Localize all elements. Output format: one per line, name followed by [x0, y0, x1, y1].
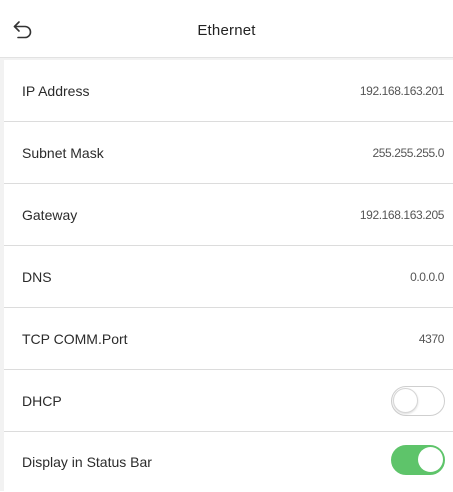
- header-bar: Ethernet: [0, 0, 453, 58]
- gateway-value: 192.168.163.205: [359, 208, 444, 222]
- display-in-status-bar-row: Display in Status Bar: [4, 432, 453, 492]
- subnet-mask-value: 255.255.255.0: [372, 146, 444, 160]
- tcp-comm-port-row[interactable]: TCP COMM.Port 4370: [4, 308, 453, 370]
- dhcp-toggle[interactable]: [391, 386, 445, 416]
- tcp-comm-port-label: TCP COMM.Port: [22, 331, 128, 347]
- toggle-knob: [418, 447, 443, 472]
- subnet-mask-row[interactable]: Subnet Mask 255.255.255.0: [4, 122, 453, 184]
- settings-list: IP Address 192.168.163.201 Subnet Mask 2…: [4, 60, 453, 492]
- ip-address-value: 192.168.163.201: [359, 84, 444, 98]
- gateway-row[interactable]: Gateway 192.168.163.205: [4, 184, 453, 246]
- ip-address-row[interactable]: IP Address 192.168.163.201: [4, 60, 453, 122]
- display-in-status-bar-toggle[interactable]: [391, 445, 445, 475]
- toggle-knob: [393, 388, 418, 413]
- dhcp-row: DHCP: [4, 370, 453, 432]
- dns-row[interactable]: DNS 0.0.0.0: [4, 246, 453, 308]
- dns-label: DNS: [22, 269, 52, 285]
- tcp-comm-port-value: 4370: [418, 332, 445, 346]
- subnet-mask-label: Subnet Mask: [22, 145, 104, 161]
- ethernet-settings-screen: Ethernet IP Address 192.168.163.201 Subn…: [0, 0, 453, 492]
- page-title: Ethernet: [197, 22, 256, 39]
- dns-value: 0.0.0.0: [410, 270, 444, 284]
- dhcp-label: DHCP: [22, 393, 62, 409]
- ip-address-label: IP Address: [22, 83, 90, 99]
- gateway-label: Gateway: [22, 207, 78, 223]
- display-in-status-bar-label: Display in Status Bar: [22, 454, 152, 470]
